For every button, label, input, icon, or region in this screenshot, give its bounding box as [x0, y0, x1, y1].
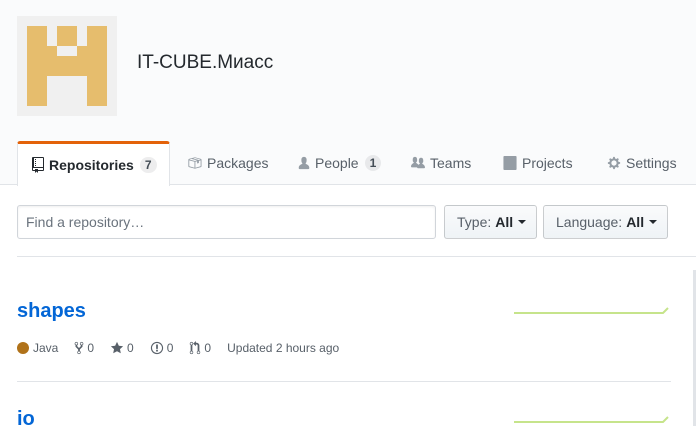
issues-link[interactable]: 0 [150, 341, 173, 355]
people-count: 1 [364, 155, 382, 171]
tab-people[interactable]: People 1 [298, 141, 382, 185]
tab-settings[interactable]: Settings [607, 141, 677, 185]
person-icon [298, 156, 310, 170]
pull-request-icon [190, 341, 201, 355]
find-repository-input[interactable] [17, 205, 436, 239]
tab-projects[interactable]: Projects [503, 141, 573, 185]
org-name: IT-CUBE.Миасс [137, 52, 274, 73]
language-filter-label: Language: [556, 214, 623, 230]
people-icon [411, 156, 425, 170]
tab-packages[interactable]: Packages [187, 141, 268, 185]
divider [17, 256, 696, 257]
language-filter-value: All [626, 214, 645, 230]
forks-link[interactable]: 0 [74, 341, 94, 355]
pulls-link[interactable]: 0 [189, 341, 211, 355]
org-header: IT-CUBE.Миасс Repositories 7 Packages Pe… [0, 0, 696, 186]
tab-repositories[interactable]: Repositories 7 [17, 141, 170, 186]
repo-icon [32, 157, 44, 173]
issue-icon [150, 341, 163, 355]
type-filter-value: All [495, 214, 514, 230]
tab-repositories-label: Repositories [49, 157, 134, 173]
star-icon [110, 341, 124, 354]
repo-activity-sparkline [514, 416, 669, 423]
gear-icon [607, 156, 621, 170]
tab-projects-label: Projects [522, 155, 573, 171]
tab-people-label: People [315, 155, 359, 171]
language-color-dot [17, 342, 29, 354]
caret-down-icon [518, 220, 527, 224]
tab-teams[interactable]: Teams [411, 141, 471, 185]
stars-link[interactable]: 0 [110, 341, 134, 355]
fork-icon [74, 341, 84, 355]
tab-packages-label: Packages [207, 155, 269, 171]
repo-link-shapes[interactable]: shapes [17, 300, 86, 323]
package-icon [187, 156, 202, 170]
caret-down-icon [649, 220, 658, 224]
tab-settings-label: Settings [626, 155, 677, 171]
repo-link-io[interactable]: io [17, 408, 35, 426]
divider [17, 381, 671, 382]
project-icon [503, 156, 517, 170]
tab-teams-label: Teams [430, 155, 472, 171]
org-avatar[interactable] [17, 16, 117, 116]
type-filter-button[interactable]: Type: All [444, 205, 538, 239]
type-filter-label: Type: [457, 214, 492, 230]
repo-activity-sparkline [514, 307, 669, 314]
repo-language: Java [17, 341, 58, 355]
repositories-count: 7 [139, 157, 157, 173]
language-filter-button[interactable]: Language: All [543, 205, 669, 239]
repo-meta: Java 0 0 0 0 Updated 2 hours ago [17, 339, 355, 357]
org-nav-tabs: Repositories 7 Packages People 1 Teams P… [0, 141, 696, 186]
updated-time: Updated 2 hours ago [227, 341, 340, 355]
